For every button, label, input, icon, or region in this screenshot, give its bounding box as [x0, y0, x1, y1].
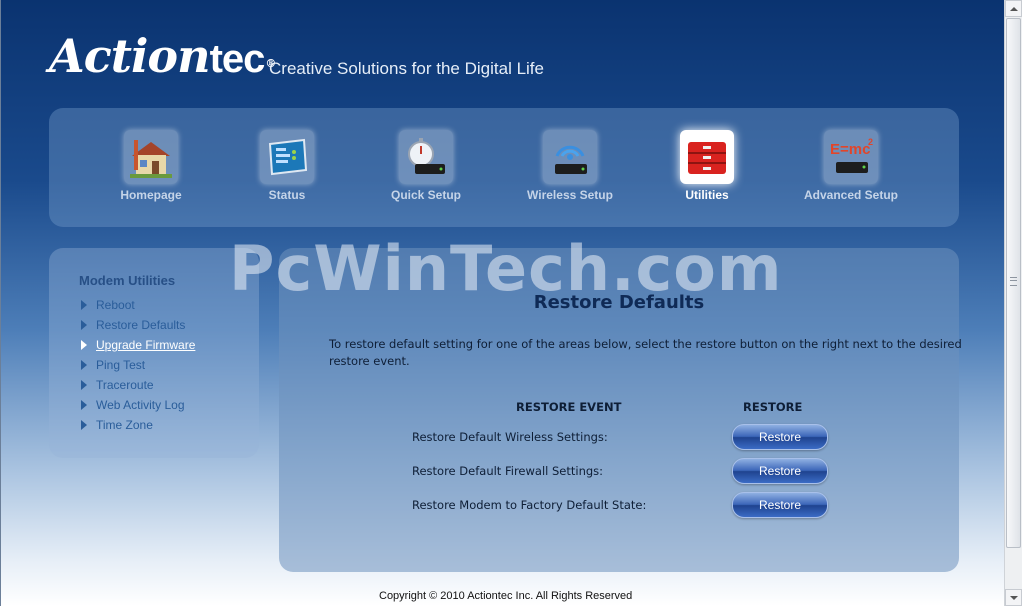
arrow-right-icon [81, 359, 87, 370]
restore-firewall-button[interactable]: Restore [732, 458, 828, 484]
main-panel: Restore Defaults To restore default sett… [279, 248, 962, 572]
nav-label: Wireless Setup [527, 188, 613, 202]
router-admin-page: Actiontec® Creative Solutions for the Di… [0, 0, 1004, 606]
sidebar-item-label: Time Zone [96, 418, 153, 432]
nav-wireless-setup[interactable]: Wireless Setup [510, 130, 630, 202]
wireless-modem-icon [543, 130, 597, 184]
sidebar: Modem Utilities Reboot Restore Defaults … [49, 248, 259, 458]
house-icon [124, 130, 178, 184]
nav-label: Status [268, 188, 306, 202]
page-title: Restore Defaults [533, 292, 705, 313]
arrow-right-icon [81, 319, 87, 330]
sidebar-item-label: Restore Defaults [96, 318, 186, 332]
grip-icon [1010, 277, 1017, 286]
arrow-right-icon [81, 339, 87, 350]
scrollbar-thumb[interactable] [1006, 18, 1021, 548]
restore-factory-button[interactable]: Restore [732, 492, 828, 518]
arrow-right-icon [81, 379, 87, 390]
scroll-down-arrow-icon[interactable] [1005, 589, 1022, 606]
sidebar-item-traceroute[interactable]: Traceroute [81, 375, 195, 395]
svg-text:2: 2 [868, 137, 873, 147]
sidebar-item-label: Traceroute [96, 378, 154, 392]
toolbox-icon [680, 130, 734, 184]
main-nav: Homepage Status Quick Setup Wireless Set… [49, 108, 959, 227]
logo-text-tec: tec [209, 37, 266, 81]
sidebar-item-web-activity-log[interactable]: Web Activity Log [81, 395, 195, 415]
nav-homepage[interactable]: Homepage [91, 130, 211, 202]
nav-status[interactable]: Status [227, 130, 347, 202]
tagline: Creative Solutions for the Digital Life [269, 59, 544, 78]
emc2-modem-icon: E=mc 2 [824, 130, 878, 184]
vertical-scrollbar[interactable] [1004, 0, 1022, 606]
sidebar-item-ping-test[interactable]: Ping Test [81, 355, 195, 375]
copyright-footer: Copyright © 2010 Actiontec Inc. All Righ… [379, 590, 633, 602]
nav-label: Quick Setup [390, 188, 461, 202]
nav-label: Homepage [120, 188, 182, 202]
sidebar-item-upgrade-firmware[interactable]: Upgrade Firmware [81, 335, 195, 355]
nav-advanced-setup[interactable]: E=mc 2 Advanced Setup [791, 130, 911, 202]
sidebar-item-restore-defaults[interactable]: Restore Defaults [81, 315, 195, 335]
restore-wireless-button[interactable]: Restore [732, 424, 828, 450]
row-label-firewall: Restore Default Firewall Settings: [412, 464, 604, 478]
column-header-restore-event: RESTORE EVENT [516, 400, 622, 414]
row-label-factory: Restore Modem to Factory Default State: [412, 498, 647, 512]
nav-utilities[interactable]: Utilities [647, 130, 767, 202]
arrow-right-icon [81, 399, 87, 410]
status-monitor-icon [260, 130, 314, 184]
sidebar-item-label: Reboot [96, 298, 135, 312]
svg-text:E=mc: E=mc [830, 141, 870, 158]
logo-text-action: Action [49, 29, 211, 83]
row-label-wireless: Restore Default Wireless Settings: [412, 430, 608, 444]
sidebar-item-reboot[interactable]: Reboot [81, 295, 195, 315]
sidebar-item-label: Ping Test [96, 358, 146, 372]
arrow-right-icon [81, 419, 87, 430]
sidebar-item-label: Upgrade Firmware [96, 338, 196, 352]
column-header-restore: RESTORE [743, 400, 803, 414]
nav-label: Advanced Setup [803, 188, 899, 202]
arrow-right-icon [81, 299, 87, 310]
sidebar-title: Modem Utilities [79, 273, 176, 288]
stopwatch-modem-icon [399, 130, 453, 184]
scroll-up-arrow-icon[interactable] [1005, 0, 1022, 17]
nav-label: Utilities [685, 188, 729, 202]
intro-text: To restore default setting for one of th… [329, 337, 962, 368]
actiontec-logo[interactable]: Actiontec® [49, 28, 276, 87]
sidebar-item-label: Web Activity Log [96, 398, 185, 412]
sidebar-list: Reboot Restore Defaults Upgrade Firmware… [81, 295, 195, 435]
sidebar-item-time-zone[interactable]: Time Zone [81, 415, 195, 435]
nav-quick-setup[interactable]: Quick Setup [366, 130, 486, 202]
